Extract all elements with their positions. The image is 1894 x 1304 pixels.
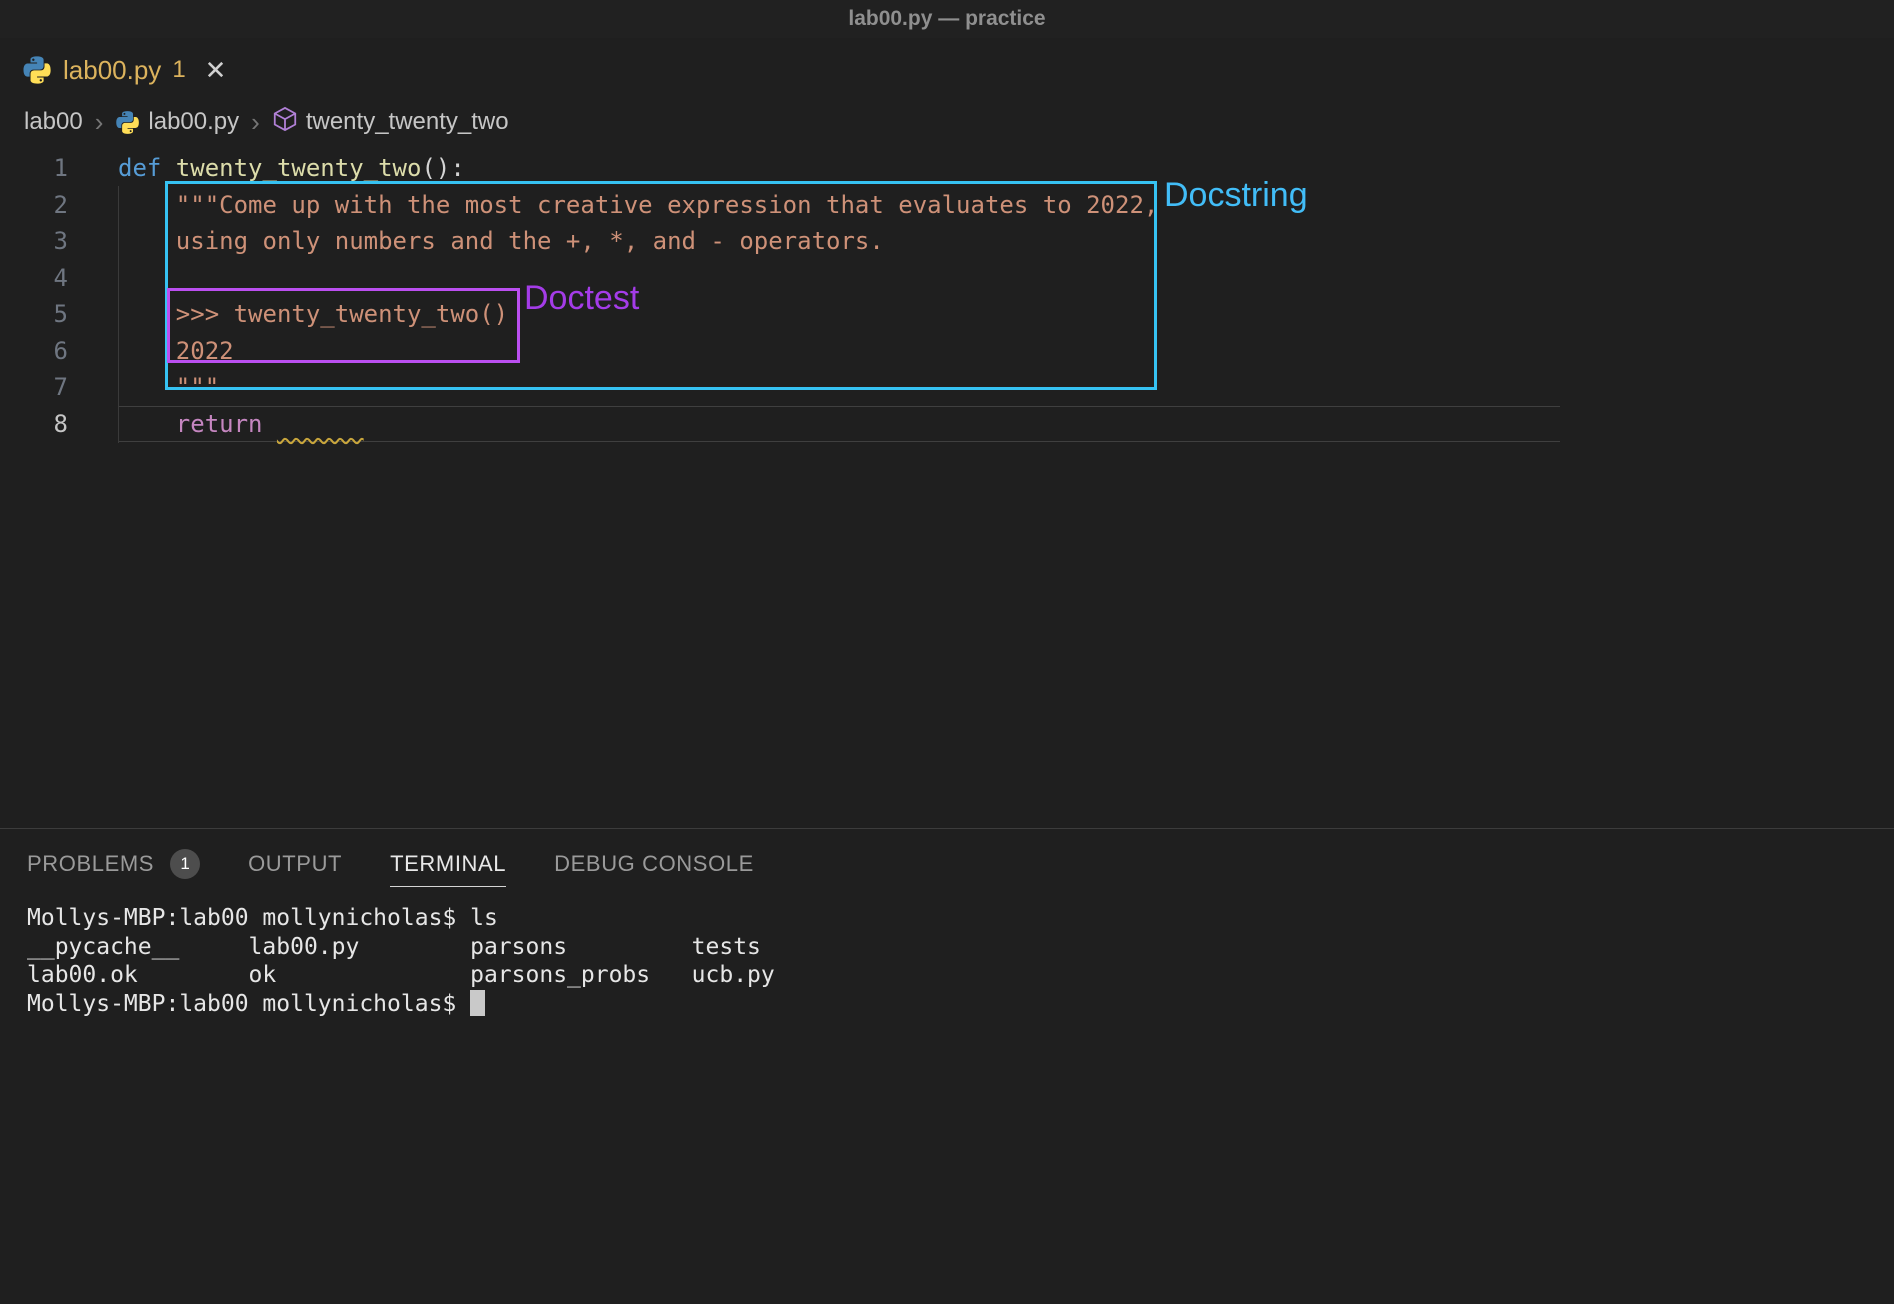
code-line[interactable]: 6 2022: [0, 333, 1894, 370]
terminal-line: __pycache__ lab00.py parsons tests: [27, 933, 1894, 962]
code-line[interactable]: 3 using only numbers and the +, *, and -…: [0, 223, 1894, 260]
line-content: using only numbers and the +, *, and - o…: [118, 223, 884, 260]
docstring-annotation-label: Docstring: [1164, 176, 1308, 215]
code-line[interactable]: 4: [0, 260, 1894, 297]
breadcrumb-symbol-label: twenty_twenty_two: [306, 108, 509, 136]
line-number: 4: [0, 260, 68, 297]
breadcrumb: lab00 › lab00.py › twenty_twenty_two: [0, 102, 1894, 142]
doctest-annotation-label: Doctest: [524, 279, 639, 318]
breadcrumb-file-label: lab00.py: [148, 108, 239, 136]
panel-tab-debug-console[interactable]: DEBUG CONSOLE: [554, 851, 754, 886]
breadcrumb-item-file[interactable]: lab00.py: [115, 108, 239, 136]
panel-tab-label: PROBLEMS: [27, 851, 154, 877]
line-number: 8: [0, 406, 68, 443]
breadcrumb-item-symbol[interactable]: twenty_twenty_two: [272, 106, 509, 139]
tab-title: lab00.py: [63, 55, 161, 86]
code-line[interactable]: 5 >>> twenty_twenty_two(): [0, 296, 1894, 333]
tab-close-icon[interactable]: ✕: [205, 57, 227, 83]
python-file-icon: [22, 55, 52, 85]
problems-count-badge: 1: [170, 849, 200, 879]
line-number: 6: [0, 333, 68, 370]
code-editor[interactable]: 1def twenty_twenty_two():2 """Come up wi…: [0, 142, 1894, 828]
line-number: 5: [0, 296, 68, 333]
line-number: 7: [0, 369, 68, 406]
breadcrumb-item-folder[interactable]: lab00: [24, 108, 83, 136]
window-title-bar: lab00.py — practice: [0, 0, 1894, 38]
panel-tab-label: OUTPUT: [248, 851, 342, 877]
line-content: 2022: [118, 333, 234, 370]
symbol-method-icon: [272, 106, 298, 139]
editor-tab-strip: lab00.py 1 ✕: [0, 38, 1894, 102]
line-content: >>> twenty_twenty_two(): [118, 296, 508, 333]
code-lines: 1def twenty_twenty_two():2 """Come up wi…: [0, 142, 1894, 442]
terminal[interactable]: Mollys-MBP:lab00 mollynicholas$ ls__pyca…: [0, 888, 1894, 1018]
line-number: 1: [0, 150, 68, 187]
terminal-line: Mollys-MBP:lab00 mollynicholas$: [27, 990, 1894, 1019]
tab-lab00[interactable]: lab00.py 1 ✕: [0, 38, 246, 102]
breadcrumb-folder-label: lab00: [24, 108, 83, 136]
line-content: def twenty_twenty_two():: [118, 150, 465, 187]
line-content: """Come up with the most creative expres…: [118, 187, 1158, 224]
panel-tabs: PROBLEMS 1 OUTPUT TERMINAL DEBUG CONSOLE: [0, 829, 1894, 888]
bottom-panel: PROBLEMS 1 OUTPUT TERMINAL DEBUG CONSOLE Mol…: [0, 828, 1894, 1304]
panel-tab-problems[interactable]: PROBLEMS 1: [27, 849, 200, 888]
line-number: 3: [0, 223, 68, 260]
chevron-right-icon: ›: [249, 107, 262, 138]
panel-tab-output[interactable]: OUTPUT: [248, 851, 342, 886]
terminal-output: Mollys-MBP:lab00 mollynicholas$ ls__pyca…: [27, 904, 1894, 1018]
code-line[interactable]: 7 """: [0, 369, 1894, 406]
line-number: 2: [0, 187, 68, 224]
panel-tab-label: DEBUG CONSOLE: [554, 851, 754, 877]
code-line[interactable]: 8 return: [0, 406, 1894, 443]
panel-tab-label: TERMINAL: [390, 851, 506, 877]
indent-guide: [118, 186, 119, 443]
python-file-icon: [115, 110, 140, 135]
chevron-right-icon: ›: [93, 107, 106, 138]
line-content: """: [118, 369, 219, 406]
line-content: return: [118, 406, 1560, 443]
window-title: lab00.py — practice: [848, 7, 1045, 31]
tab-badge: 1: [172, 56, 185, 84]
code-line[interactable]: 1 def twenty_twenty_two():: [0, 150, 1894, 187]
panel-tab-terminal[interactable]: TERMINAL: [390, 851, 506, 887]
terminal-line: lab00.ok ok parsons_probs ucb.py: [27, 961, 1894, 990]
terminal-cursor: [470, 990, 485, 1016]
code-line[interactable]: 2 """Come up with the most creative expr…: [0, 187, 1894, 224]
terminal-line: Mollys-MBP:lab00 mollynicholas$ ls: [27, 904, 1894, 933]
